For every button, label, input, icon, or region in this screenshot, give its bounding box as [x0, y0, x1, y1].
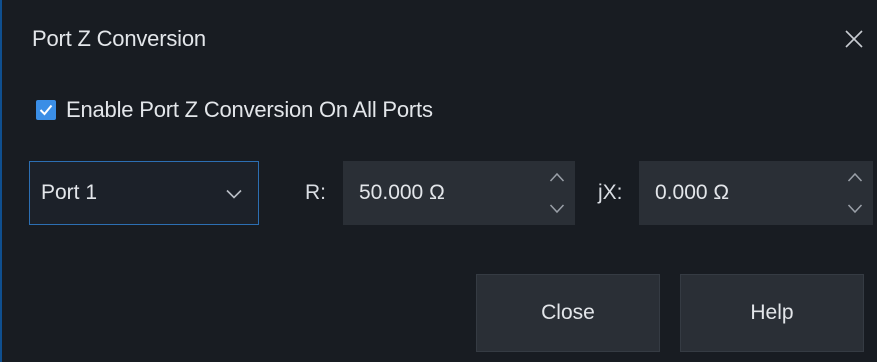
- jx-value: 0.000 Ω: [655, 181, 730, 204]
- r-value: 50.000 Ω: [359, 181, 445, 204]
- r-label: R:: [305, 181, 326, 204]
- dialog-titlebar: Port Z Conversion: [2, 0, 877, 78]
- port-z-conversion-dialog: Port Z Conversion Enable Port Z Conversi…: [0, 0, 877, 362]
- port-select-dropdown[interactable]: Port 1: [29, 161, 259, 225]
- close-icon[interactable]: [843, 28, 865, 50]
- chevron-up-icon[interactable]: [549, 171, 565, 185]
- enable-label: Enable Port Z Conversion On All Ports: [66, 97, 433, 122]
- close-button[interactable]: Close: [476, 274, 660, 352]
- checkmark-icon: [39, 104, 53, 116]
- jx-label: jX:: [598, 181, 623, 204]
- chevron-down-icon[interactable]: [549, 201, 565, 215]
- chevron-down-icon[interactable]: [847, 201, 863, 215]
- dialog-title: Port Z Conversion: [32, 26, 206, 51]
- port-select-value: Port 1: [41, 181, 98, 204]
- help-button[interactable]: Help: [680, 274, 864, 352]
- chevron-up-icon[interactable]: [847, 171, 863, 185]
- chevron-down-icon: [226, 186, 242, 204]
- enable-port-z-conversion-checkbox[interactable]: Enable Port Z Conversion On All Ports: [36, 96, 433, 124]
- checkbox-box[interactable]: [36, 100, 56, 120]
- jx-value-spinbox[interactable]: 0.000 Ω: [639, 161, 873, 225]
- r-value-spinbox[interactable]: 50.000 Ω: [343, 161, 575, 225]
